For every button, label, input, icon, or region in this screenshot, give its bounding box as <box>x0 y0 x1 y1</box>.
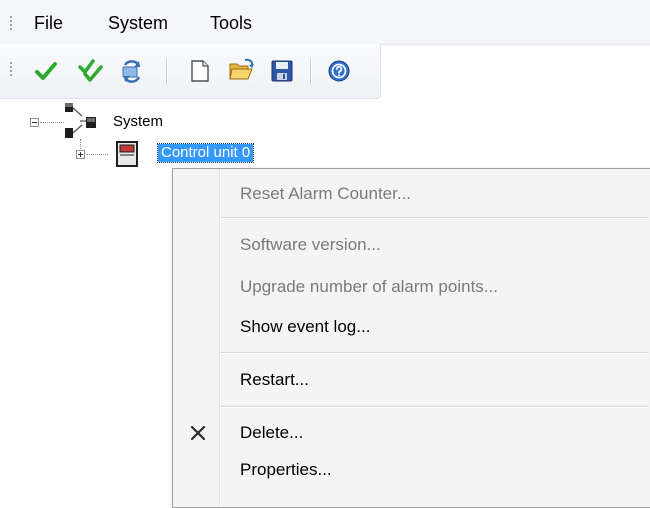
menu-item-label: Reset Alarm Counter... <box>240 184 412 203</box>
menu-item-label: Software version... <box>240 235 381 254</box>
menu-item-label: Show event log... <box>240 317 371 336</box>
toolbar-separator <box>310 58 312 84</box>
menu-item-delete[interactable]: Delete... <box>173 416 649 450</box>
menu-item-properties[interactable]: Properties... <box>173 453 649 487</box>
menu-item-label: Delete... <box>240 423 304 442</box>
open-folder-icon <box>229 58 254 80</box>
open-button[interactable] <box>228 57 256 85</box>
menu-item-reset-alarm-counter[interactable]: Reset Alarm Counter... <box>173 177 649 211</box>
save-floppy-icon <box>271 60 293 82</box>
menu-separator <box>221 406 649 408</box>
tree-node-control-unit[interactable]: Control unit 0 <box>156 143 255 163</box>
toolbar <box>0 44 381 99</box>
collapse-system-toggle[interactable] <box>30 118 39 127</box>
network-nodes-icon <box>65 103 96 138</box>
tree-connector <box>40 122 64 123</box>
tree-connector <box>86 154 108 155</box>
menu-item-label: Restart... <box>240 370 309 389</box>
sync-button[interactable] <box>118 57 146 85</box>
menu-system[interactable]: System <box>108 12 168 34</box>
menu-item-software-version[interactable]: Software version... <box>173 228 649 262</box>
menu-separator <box>221 217 649 219</box>
menu-item-restart[interactable]: Restart... <box>173 363 649 397</box>
help-icon <box>328 60 350 82</box>
check-green-icon <box>35 62 57 80</box>
save-button[interactable] <box>268 57 296 85</box>
check-button[interactable] <box>32 57 60 85</box>
menu-item-label: Upgrade number of alarm points... <box>240 277 498 296</box>
menu-bar: File System Tools <box>0 0 650 45</box>
menu-item-upgrade-alarm-points[interactable]: Upgrade number of alarm points... <box>173 270 649 304</box>
expand-control-unit-toggle[interactable] <box>76 150 85 159</box>
menu-item-show-event-log[interactable]: Show event log... <box>173 310 649 344</box>
double-check-button[interactable] <box>77 57 105 85</box>
new-document-icon <box>191 60 209 82</box>
toolbar-grip[interactable] <box>10 62 13 78</box>
tree-node-system[interactable]: System <box>113 113 163 131</box>
double-check-icon <box>78 59 103 82</box>
refresh-sync-icon <box>122 60 141 83</box>
help-button[interactable] <box>325 57 353 85</box>
menu-file[interactable]: File <box>34 12 63 34</box>
toolbar-separator <box>166 58 168 84</box>
new-button[interactable] <box>186 57 214 85</box>
menu-tools[interactable]: Tools <box>210 12 252 34</box>
control-unit-icon <box>116 141 138 167</box>
tree-connector <box>80 139 81 149</box>
delete-x-icon <box>190 425 206 441</box>
menu-separator <box>221 352 649 354</box>
menubar-grip[interactable] <box>10 16 13 32</box>
context-menu: Reset Alarm Counter... Software version.… <box>172 168 650 508</box>
menu-item-label: Properties... <box>240 460 332 479</box>
